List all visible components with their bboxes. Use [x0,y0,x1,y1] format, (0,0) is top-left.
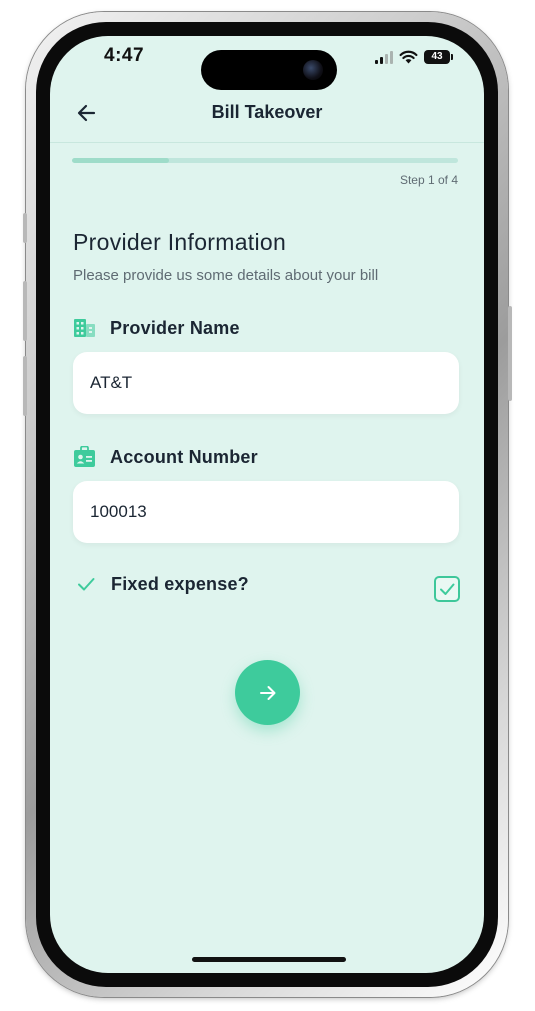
app-screen: 4:47 43 Bill Takeover Step 1 of 4 Provid… [50,36,484,973]
power-button [508,306,512,401]
account-number-label: Account Number [110,446,258,467]
header-bar: Bill Takeover [50,86,484,143]
provider-name-label-row: Provider Name [73,316,240,340]
account-number-label-row: Account Number [73,445,258,469]
progress-bar [72,158,458,163]
page-title: Bill Takeover [211,102,323,122]
id-badge-icon [74,446,95,467]
status-icons: 43 [375,48,453,66]
volume-up-button [23,281,27,341]
check-icon [78,578,95,591]
building-icon [74,319,95,337]
arrow-right-icon [259,685,275,700]
home-indicator[interactable] [192,957,346,962]
account-number-input[interactable] [73,481,459,543]
step-indicator: Step 1 of 4 [399,173,458,187]
battery-icon: 43 [424,50,453,64]
fixed-expense-row: Fixed expense? [73,572,460,604]
fixed-expense-label: Fixed expense? [111,574,249,594]
section-subtitle: Please provide us some details about you… [73,267,379,284]
section-title: Provider Information [73,229,287,255]
provider-name-label: Provider Name [110,317,240,338]
progress-fill [72,158,169,163]
front-camera-icon [303,60,323,80]
fixed-expense-checkbox[interactable] [434,576,460,602]
status-time: 4:47 [104,45,145,66]
volume-down-button [23,356,27,416]
checkbox-check-icon [440,583,455,595]
signal-icon [375,50,393,64]
wifi-icon [399,50,418,64]
next-button[interactable] [235,660,300,725]
silent-switch [23,213,27,243]
provider-name-input[interactable] [73,352,459,414]
dynamic-island [201,50,337,90]
